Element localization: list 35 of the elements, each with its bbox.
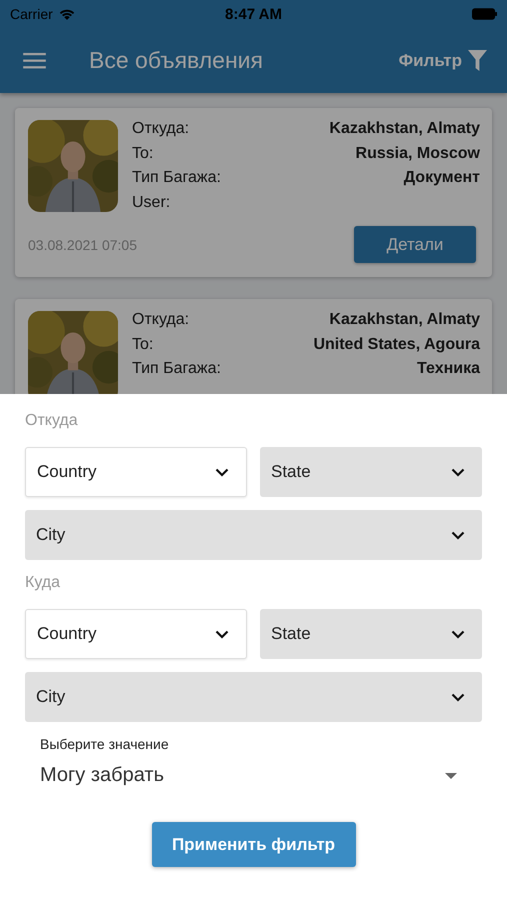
select-label: Выберите значение [40, 736, 170, 752]
chevron-down-icon [451, 630, 465, 638]
apply-filter-button[interactable]: Применить фильтр [152, 822, 356, 867]
field-value: Kazakhstan, Almaty [329, 311, 480, 330]
chevron-down-icon [451, 692, 465, 702]
field-label: To: [132, 336, 154, 354]
field-label: Откуда: [132, 311, 190, 330]
section-title: Куда [25, 574, 62, 593]
wifi-icon [58, 8, 76, 20]
field-value: Kazakhstan, Almaty [329, 120, 480, 139]
filter-icon[interactable] [468, 50, 487, 71]
chevron-down-icon [215, 468, 229, 476]
field-value: Техника [417, 360, 480, 379]
carrier-name: Carrier [10, 6, 53, 22]
field-label: Откуда: [132, 120, 190, 139]
dropdown-arrow-icon [445, 772, 457, 778]
chevron-down-icon [451, 530, 465, 540]
field-label: Тип Багажа: [132, 360, 221, 379]
field-label: User: [132, 194, 170, 212]
dropdown-field[interactable]: Country [25, 609, 247, 659]
field-value: Документ [404, 169, 480, 188]
status-time: 8:47 AM [225, 6, 282, 22]
chevron-down-icon [215, 630, 229, 638]
dropdown-field[interactable]: Country [25, 447, 247, 497]
section-title: Откуда [25, 412, 79, 431]
select-field[interactable]: Могу забрать [40, 764, 457, 787]
field-label: To: [132, 144, 154, 164]
screen-title: Все объявления [89, 47, 263, 74]
listing-date: 03.08.2021 07:05 [28, 236, 137, 252]
menu-icon[interactable] [23, 52, 46, 69]
battery-icon [472, 8, 497, 20]
field-value: United States, Agoura [313, 336, 480, 354]
field-label: Тип Багажа: [132, 169, 221, 188]
chevron-down-icon [451, 468, 465, 476]
field-value: Russia, Moscow [356, 144, 480, 164]
